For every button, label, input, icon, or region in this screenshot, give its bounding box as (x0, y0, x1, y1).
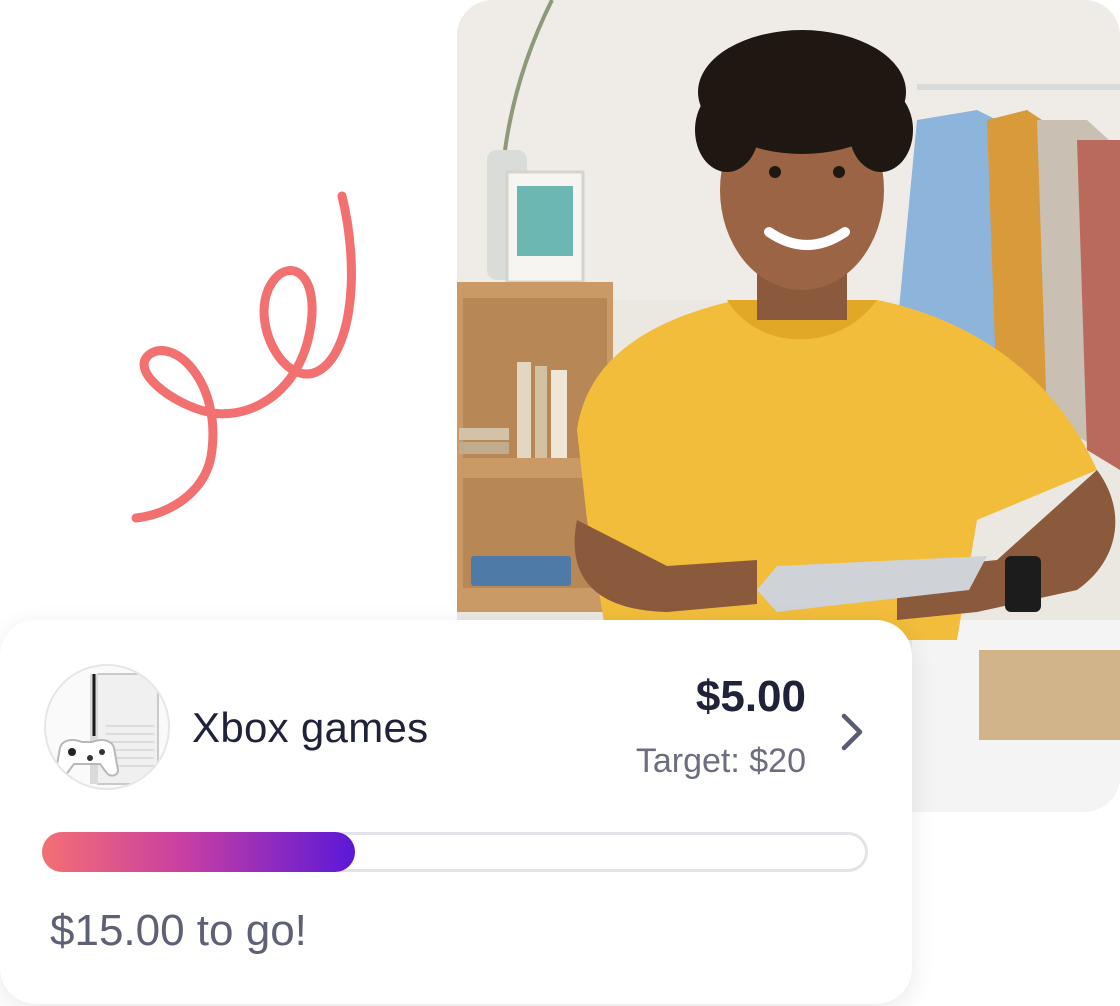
chevron-right-icon[interactable] (836, 708, 868, 756)
goal-name: Xbox games (192, 704, 429, 751)
saved-amount: $5.00 (695, 672, 806, 721)
remaining-amount: $15.00 to go! (50, 906, 307, 955)
savings-goal-card[interactable]: Xbox games $5.00 Target: $20 $15.00 to g… (0, 620, 912, 1004)
squiggle-decoration (131, 191, 356, 523)
xbox-console-icon (44, 664, 170, 790)
progress-fill (42, 832, 355, 872)
target-amount: Target: $20 (635, 742, 806, 780)
